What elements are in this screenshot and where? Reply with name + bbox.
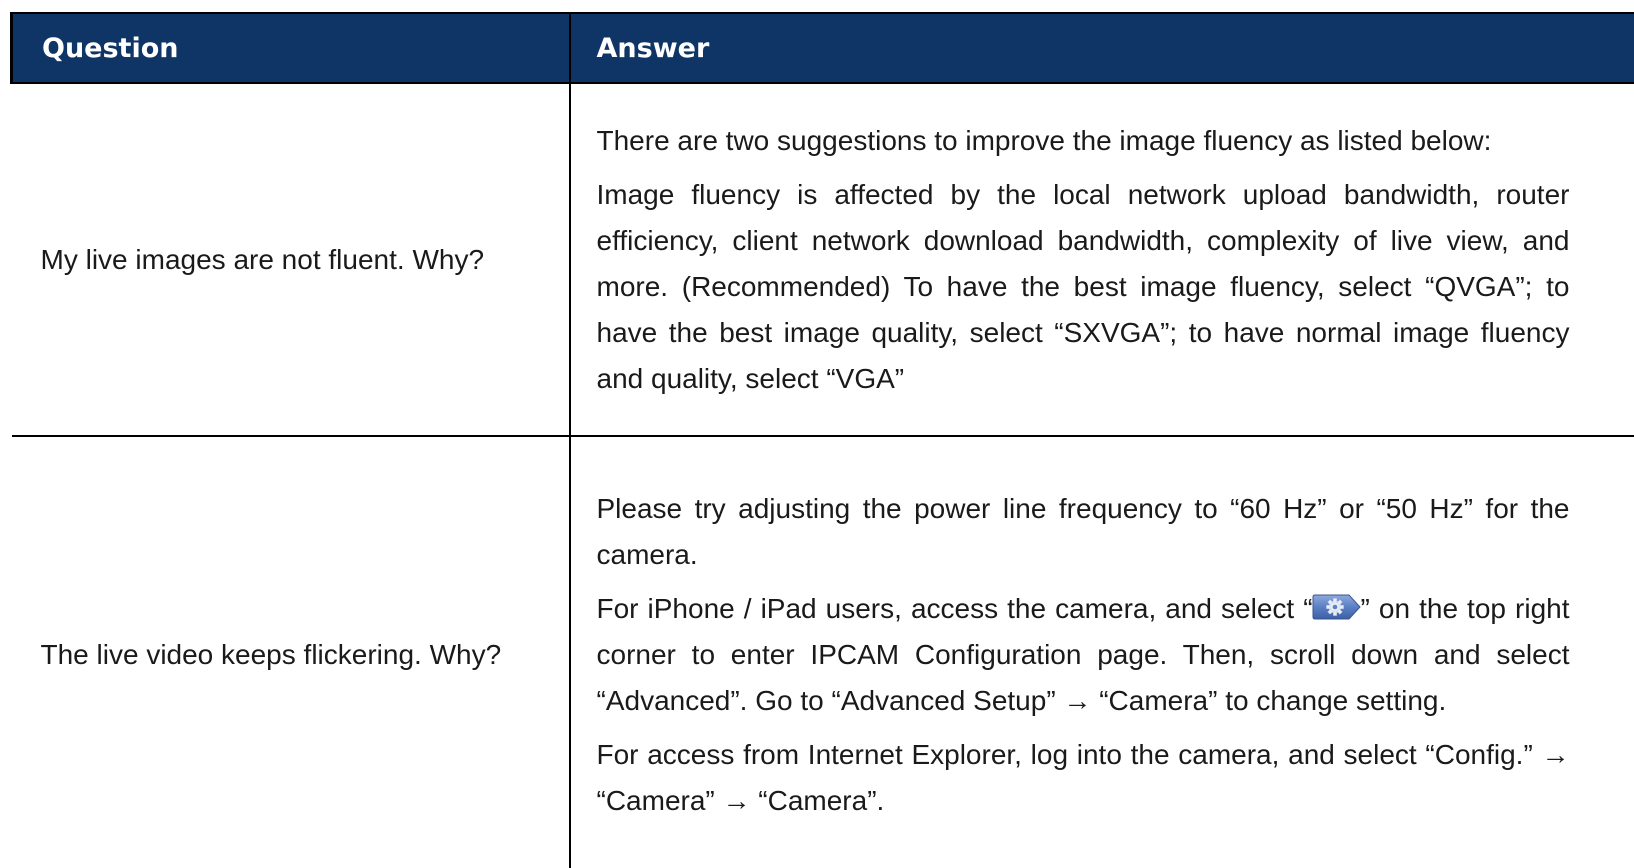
answer-paragraph: Image fluency is affected by the local n… bbox=[596, 178, 1570, 394]
answer-column-header: Answer bbox=[569, 12, 1634, 84]
answer-paragraph: For iPhone / iPad users, access the came… bbox=[597, 586, 1570, 724]
faq-table: Question Answer My live images are not f… bbox=[10, 12, 1634, 868]
answer-paragraph: Please try adjusting the power line freq… bbox=[596, 493, 1570, 570]
question-column-header: Question bbox=[10, 12, 571, 84]
gear-settings-icon bbox=[1311, 592, 1363, 622]
answer-cell: There are two suggestions to improve the… bbox=[569, 83, 1634, 437]
answer-paragraph: There are two suggestions to improve the… bbox=[596, 124, 1492, 156]
answer-text-before-icon: For iPhone / iPad users, access the came… bbox=[596, 593, 1313, 624]
header-row: Question Answer bbox=[10, 12, 1634, 84]
table-row: The live video keeps flickering. Why? Pl… bbox=[11, 436, 1634, 868]
question-cell: My live images are not fluent. Why? bbox=[11, 83, 571, 437]
table-row: My live images are not fluent. Why? Ther… bbox=[11, 83, 1634, 437]
answer-paragraph: For access from Internet Explorer, log i… bbox=[596, 739, 1570, 816]
question-cell: The live video keeps flickering. Why? bbox=[11, 436, 571, 868]
answer-cell: Please try adjusting the power line freq… bbox=[570, 436, 1634, 868]
